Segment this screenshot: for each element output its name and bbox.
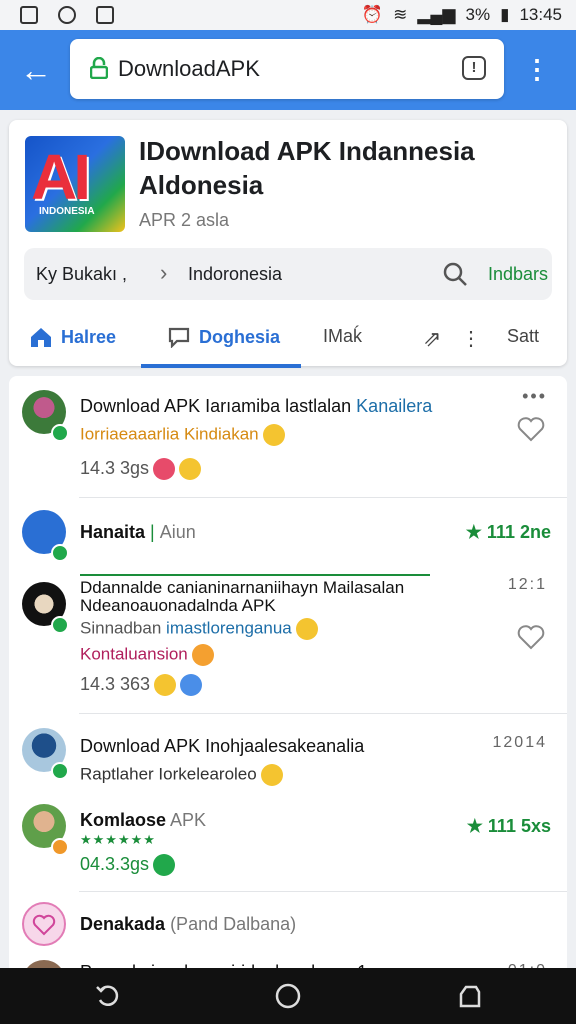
post-meta: 04.3.3gs	[80, 854, 176, 877]
online-badge-icon	[51, 424, 69, 442]
tab-home-label: Halree	[61, 326, 117, 347]
app-header-card: AI INDONESIA IDownload APK Indannesia Al…	[9, 120, 567, 368]
tab-imak-label: IMaḱ	[323, 326, 363, 346]
signal-icon: ▂▄▆	[417, 5, 456, 24]
clock: 13:45	[519, 5, 562, 24]
download-icon	[96, 6, 114, 24]
post-text: Sinnadban imastlorenganua	[80, 618, 318, 640]
emoji-icon	[179, 458, 202, 481]
post-meta: 14.3 363	[80, 674, 203, 697]
online-badge-icon	[51, 616, 69, 634]
tab-bar: Halree Doghesia IMaḱ ⇗ ⋮ Satt	[9, 316, 567, 366]
app-logo: AI INDONESIA	[25, 136, 125, 232]
post-meta: 14.3 3gs	[80, 458, 202, 481]
separator: |	[150, 522, 155, 542]
logo-mark: AI	[31, 141, 91, 213]
heart-icon	[32, 914, 56, 936]
post-text-line3: Kontaluansion	[80, 644, 214, 666]
avatar[interactable]	[22, 902, 66, 946]
info-icon[interactable]: !	[462, 56, 486, 80]
tab-imak[interactable]: IMaḱ	[323, 326, 362, 347]
online-badge-icon	[51, 544, 69, 562]
tab-sat-label: Satt	[507, 326, 540, 346]
more-vert-icon[interactable]: ⋮	[461, 326, 481, 351]
overflow-menu-icon[interactable]: ⋮	[524, 54, 550, 84]
post-name: Komlaose	[80, 810, 167, 830]
post-title-accent: Kanailera	[356, 396, 433, 416]
list-item[interactable]: Komlaose APK ★★★★★★ 04.3.3gs ★ 111 5xs	[9, 792, 567, 892]
home-icon	[31, 328, 51, 347]
page-title: IDownload APK Indannesia	[139, 136, 475, 166]
post-tag: Aiun	[159, 522, 196, 542]
post-time: 12014	[492, 734, 547, 751]
system-nav-bar	[0, 968, 576, 1024]
post-time: 12:1	[507, 576, 547, 593]
post-title: Download APK Inohjaalesakeanalia	[80, 736, 365, 756]
post-title: Download APK Iarıamiba lastlalan	[80, 396, 352, 416]
rating: ★ 111 5xs	[466, 816, 551, 836]
heart-icon[interactable]	[517, 624, 545, 650]
wifi-icon: ≋	[393, 5, 408, 24]
chevron-right-icon: ›	[160, 260, 168, 285]
post-tag: APK	[170, 810, 207, 830]
notification-icon	[20, 6, 38, 24]
status-bar: ⏰ ≋ ▂▄▆ 3% ▮ 13:45	[0, 0, 576, 30]
list-item[interactable]: Denakada (Pand Dalbana)	[9, 892, 567, 956]
breadcrumb-action[interactable]: Indbars	[488, 264, 548, 285]
breadcrumb-item-current[interactable]: Indoronesia	[188, 264, 282, 285]
share-icon[interactable]: ⇗	[423, 326, 441, 352]
tab-active[interactable]: Doghesia	[167, 326, 280, 348]
tab-home[interactable]: Halree	[29, 326, 116, 348]
tab-sat[interactable]: Satt	[507, 326, 539, 347]
home-button-icon[interactable]	[274, 982, 302, 1010]
app-bar: ← DownloadAPK ! ⋮	[0, 30, 576, 110]
emoji-icon	[295, 618, 318, 640]
heart-icon[interactable]	[517, 416, 545, 442]
post-name: Denakada	[80, 914, 166, 934]
feed-list[interactable]: Download APK Iarıamiba lastlalan Kanaile…	[9, 376, 567, 976]
lock-icon	[90, 57, 108, 79]
emoji-icon	[262, 424, 285, 446]
page-title-line2: Aldonesia	[139, 170, 264, 200]
chat-icon	[168, 327, 190, 348]
emoji-icon	[153, 854, 176, 877]
post-title-line2: Ndeanoauonadalnda APK	[80, 596, 276, 615]
post-name: Hanaita	[80, 522, 146, 542]
battery-icon: ▮	[500, 5, 510, 24]
battery-percent: 3%	[465, 5, 491, 24]
emoji-icon	[191, 644, 214, 666]
tab-indicator	[141, 364, 301, 368]
emoji-icon	[154, 674, 177, 697]
page-subtitle: APR 2 asla	[139, 210, 230, 230]
emoji-icon	[153, 458, 176, 481]
emoji-icon	[260, 764, 283, 786]
logo-caption: INDONESIA	[39, 206, 95, 217]
back-icon[interactable]	[94, 982, 122, 1010]
breadcrumb-item-first[interactable]: Ky Bukakı ,	[36, 264, 127, 285]
url-bar[interactable]: DownloadAPK !	[70, 39, 504, 99]
online-badge-icon	[51, 762, 69, 780]
sync-icon	[58, 6, 76, 24]
list-item[interactable]: Hanaita | Aiun ★ 111 2ne	[9, 498, 567, 566]
rating: ★ 111 2ne	[465, 522, 551, 542]
emoji-icon	[180, 674, 203, 697]
url-text: DownloadAPK	[118, 56, 260, 81]
post-text: Raptlaher Iorkelearoleo	[80, 764, 283, 786]
back-arrow-icon[interactable]: ←	[20, 52, 52, 88]
recents-icon[interactable]	[456, 982, 484, 1010]
list-item[interactable]: Download APK Iarıamiba lastlalan Kanaile…	[9, 376, 567, 498]
status-badge-icon	[51, 838, 69, 856]
search-icon[interactable]	[442, 261, 468, 287]
star-rating-icon: ★★★★★★	[80, 832, 156, 847]
highlight-line	[80, 574, 430, 576]
breadcrumb: Ky Bukakı , › Indoronesia Indbars	[24, 248, 552, 300]
list-item[interactable]: Download APK Inohjaalesakeanalia 12014 R…	[9, 714, 567, 792]
tab-active-label: Doghesia	[199, 326, 281, 347]
post-paren: (Pand Dalbana)	[170, 914, 297, 934]
post-text: Iorriaeaaarlia Kindiakan	[80, 424, 285, 446]
more-horiz-icon[interactable]: •••	[522, 386, 547, 407]
list-item[interactable]: Ddannalde canianinarnaniihayn Mailasalan…	[9, 566, 567, 714]
alarm-icon: ⏰	[361, 5, 384, 24]
post-title: Ddannalde canianinarnaniihayn Mailasalan	[80, 578, 405, 597]
